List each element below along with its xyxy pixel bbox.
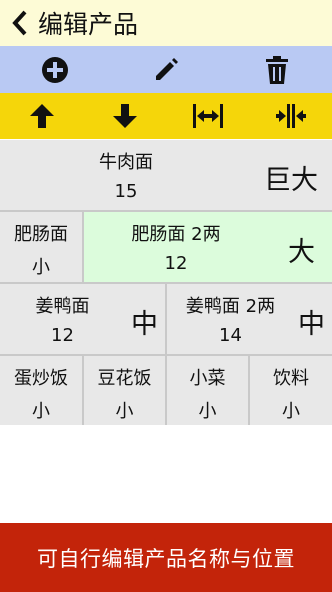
promo-banner: 可自行编辑产品名称与位置 [0, 523, 332, 592]
product-name: 小菜 [189, 368, 226, 389]
product-grid: 牛肉面 15 巨大 肥肠面 小 肥肠面 2两 12 大 姜鸭面 12 中 姜鸭面… [0, 140, 332, 425]
product-qty: 小 [115, 401, 134, 422]
product-cell[interactable]: 小菜 小 [167, 356, 248, 425]
chevron-left-icon [12, 10, 27, 36]
product-cell[interactable]: 姜鸭面 2两 14 中 [167, 284, 332, 354]
add-circle-icon [42, 56, 69, 83]
layout-toolbar [0, 93, 332, 139]
product-cell[interactable]: 蛋炒饭 小 [0, 356, 82, 425]
move-down-button[interactable] [97, 94, 153, 138]
product-name: 肥肠面 2两 [131, 224, 221, 245]
product-name: 饮料 [273, 368, 309, 389]
arrow-down-icon [112, 104, 137, 128]
delete-product-button[interactable] [249, 48, 305, 92]
narrow-button[interactable] [263, 94, 319, 138]
edit-products-screen: 编辑产品 牛肉面 15 巨大 肥肠面 小 肥肠面 2两 12 大 姜鸭面 12 … [0, 0, 332, 592]
app-header: 编辑产品 [0, 0, 332, 46]
product-cell[interactable]: 牛肉面 15 巨大 [0, 140, 332, 210]
back-button[interactable] [0, 0, 40, 46]
pencil-icon [155, 57, 178, 80]
product-qty: 小 [198, 401, 217, 422]
product-name: 蛋炒饭 [14, 368, 68, 389]
page-title: 编辑产品 [38, 10, 139, 39]
edit-product-button[interactable] [138, 48, 194, 92]
product-cell-selected[interactable]: 肥肠面 2两 12 大 [84, 212, 332, 282]
product-qty: 12 [164, 253, 188, 274]
shrink-horizontal-icon [275, 104, 306, 128]
product-cell[interactable]: 豆花饭 小 [84, 356, 165, 425]
product-size: 巨大 [264, 165, 318, 196]
product-cell[interactable]: 饮料 小 [250, 356, 332, 425]
arrow-up-icon [29, 104, 54, 128]
product-qty: 小 [32, 401, 50, 422]
product-qty: 小 [282, 401, 300, 422]
product-size: 大 [288, 237, 315, 268]
add-product-button[interactable] [27, 48, 83, 92]
product-size: 中 [298, 309, 325, 340]
trash-icon [265, 55, 288, 84]
move-up-button[interactable] [14, 94, 70, 138]
expand-horizontal-icon [192, 104, 223, 128]
widen-button[interactable] [180, 94, 236, 138]
edit-toolbar [0, 46, 332, 93]
product-name: 豆花饭 [97, 368, 152, 389]
